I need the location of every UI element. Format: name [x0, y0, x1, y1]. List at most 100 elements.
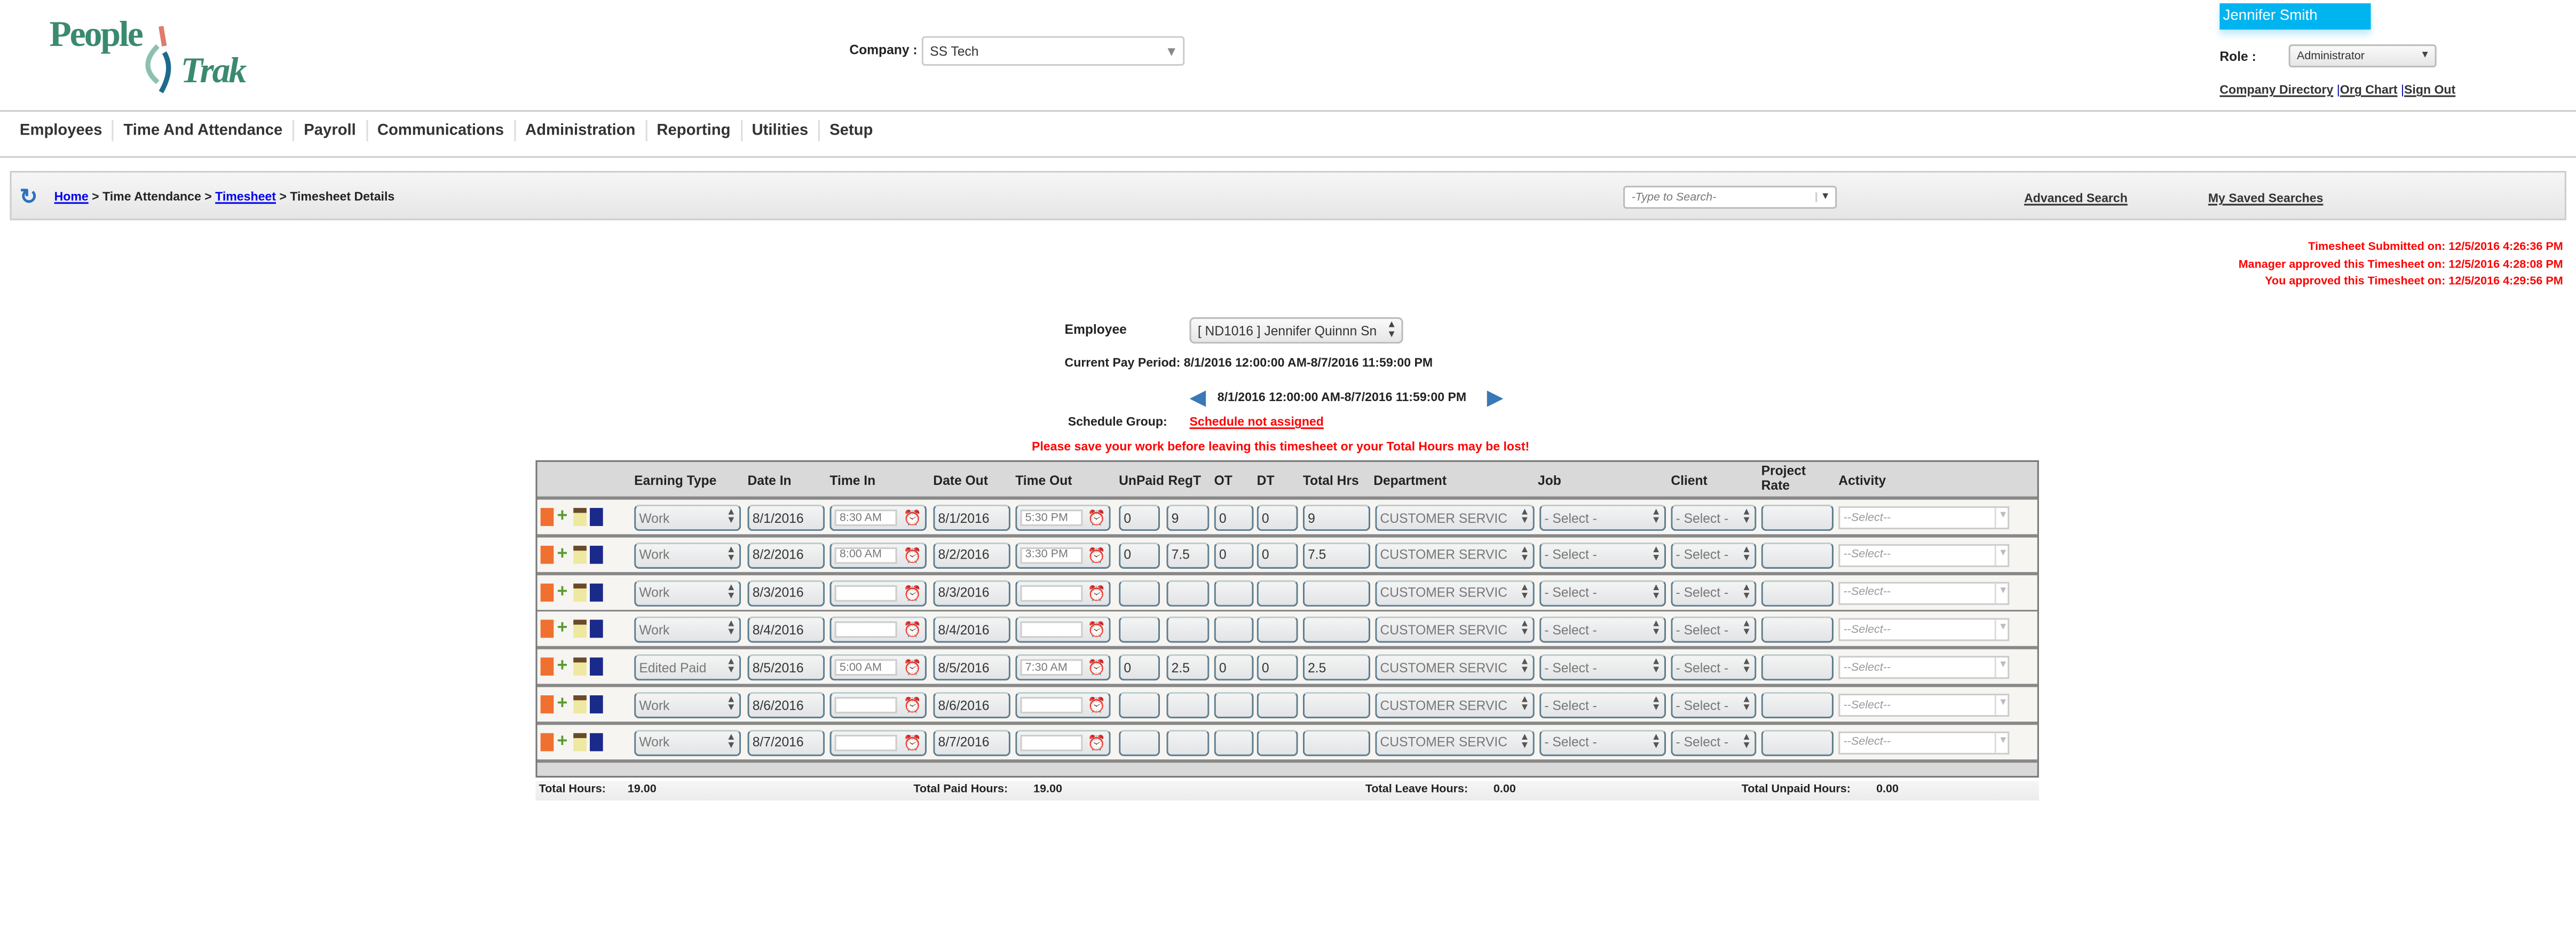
time-in-field-input[interactable]: 8:30 AM — [834, 509, 897, 526]
chevron-down-icon[interactable]: ▾ — [1995, 583, 2006, 603]
department-select[interactable]: CUSTOMER SERVIC ▲ ▼ — [1375, 579, 1535, 606]
unpaid-field[interactable] — [1119, 617, 1160, 644]
time-in-field[interactable]: 8:00 AM ⏰ — [829, 542, 927, 569]
ot-field[interactable] — [1214, 730, 1254, 756]
earning-type-select[interactable]: Work ▲ ▼ — [634, 542, 741, 569]
note-icon[interactable] — [573, 583, 587, 601]
time-out-field[interactable]: ⏰ — [1015, 617, 1111, 644]
note-icon[interactable] — [573, 695, 587, 713]
total-hrs-field[interactable]: 7.5 — [1302, 542, 1371, 569]
time-in-field[interactable]: ⏰ — [829, 692, 927, 719]
date-in-field[interactable]: 8/1/2016 — [747, 504, 825, 531]
time-out-field[interactable]: ⏰ — [1015, 579, 1111, 606]
project-rate-field[interactable] — [1761, 617, 1834, 644]
clock-icon[interactable]: ⏰ — [1087, 697, 1106, 715]
unpaid-field[interactable] — [1119, 692, 1160, 719]
nav-employees[interactable]: Employees — [10, 120, 114, 142]
date-out-field[interactable]: 8/1/2016 — [933, 504, 1010, 531]
time-in-field-input[interactable]: 5:00 AM — [834, 659, 897, 676]
total-hrs-field[interactable]: 9 — [1302, 504, 1371, 531]
saved-searches-link[interactable]: My Saved Searches — [2208, 191, 2324, 206]
dt-field[interactable] — [1257, 730, 1298, 756]
time-out-field[interactable]: 5:30 PM ⏰ — [1015, 504, 1111, 531]
nav-time-and-attendance[interactable]: Time And Attendance — [114, 120, 294, 142]
time-out-field-input[interactable] — [1020, 622, 1083, 639]
schedule-link[interactable]: Schedule not assigned — [1189, 414, 1323, 429]
regt-field[interactable]: 9 — [1166, 504, 1210, 531]
breadcrumb-home[interactable]: Home — [54, 189, 89, 204]
unpaid-field[interactable] — [1119, 730, 1160, 756]
time-in-field-input[interactable] — [834, 697, 897, 713]
clock-icon[interactable]: ⏰ — [903, 622, 922, 640]
time-in-field[interactable]: ⏰ — [829, 730, 927, 756]
note-icon[interactable] — [573, 620, 587, 639]
project-rate-field[interactable] — [1761, 579, 1834, 606]
add-icon[interactable]: + — [557, 732, 570, 751]
client-select[interactable]: - Select - ▲ ▼ — [1671, 579, 1757, 606]
chevron-down-icon[interactable]: ▾ — [1995, 733, 2006, 753]
department-select[interactable]: CUSTOMER SERVIC ▲ ▼ — [1375, 542, 1535, 569]
earning-type-select[interactable]: Work ▲ ▼ — [634, 692, 741, 719]
time-out-field-input[interactable]: 7:30 AM — [1020, 659, 1083, 676]
regt-field[interactable] — [1166, 579, 1210, 606]
project-rate-field[interactable] — [1761, 730, 1834, 756]
date-out-field[interactable]: 8/4/2016 — [933, 617, 1010, 644]
clock-icon[interactable]: ⏰ — [1087, 734, 1106, 752]
client-select[interactable]: - Select - ▲ ▼ — [1671, 617, 1757, 644]
save-icon[interactable] — [590, 657, 603, 676]
time-out-field-input[interactable] — [1020, 697, 1083, 713]
next-period-arrow-icon[interactable]: ▶ — [1487, 385, 1504, 411]
nav-utilities[interactable]: Utilities — [742, 120, 820, 142]
time-out-field[interactable]: ⏰ — [1015, 692, 1111, 719]
delete-icon[interactable] — [540, 508, 554, 526]
time-in-field[interactable]: ⏰ — [829, 579, 927, 606]
department-select[interactable]: CUSTOMER SERVIC ▲ ▼ — [1375, 617, 1535, 644]
save-icon[interactable] — [590, 508, 603, 526]
delete-icon[interactable] — [540, 583, 554, 601]
add-icon[interactable]: + — [557, 657, 570, 676]
delete-icon[interactable] — [540, 620, 554, 639]
clock-icon[interactable]: ⏰ — [1087, 509, 1106, 528]
nav-payroll[interactable]: Payroll — [294, 120, 368, 142]
earning-type-select[interactable]: Work ▲ ▼ — [634, 730, 741, 756]
chevron-down-icon[interactable]: ▾ — [1995, 545, 2006, 566]
client-select[interactable]: - Select - ▲ ▼ — [1671, 654, 1757, 681]
time-in-field-input[interactable] — [834, 734, 897, 751]
note-icon[interactable] — [573, 545, 587, 564]
clock-icon[interactable]: ⏰ — [903, 547, 922, 565]
delete-icon[interactable] — [540, 545, 554, 564]
job-select[interactable]: - Select - ▲ ▼ — [1539, 730, 1666, 756]
delete-icon[interactable] — [540, 657, 554, 676]
regt-field[interactable] — [1166, 617, 1210, 644]
time-out-field[interactable]: 7:30 AM ⏰ — [1015, 654, 1111, 681]
nav-administration[interactable]: Administration — [516, 120, 647, 142]
dt-field[interactable] — [1257, 692, 1298, 719]
chevron-down-icon[interactable]: ▾ — [1995, 657, 2006, 678]
activity-select[interactable]: --Select-- ▾ — [1838, 656, 2010, 679]
job-select[interactable]: - Select - ▲ ▼ — [1539, 617, 1666, 644]
refresh-icon[interactable]: ↻ — [20, 184, 38, 210]
clock-icon[interactable]: ⏰ — [903, 585, 922, 603]
time-out-field-input[interactable] — [1020, 734, 1083, 751]
total-hrs-field[interactable] — [1302, 730, 1371, 756]
job-select[interactable]: - Select - ▲ ▼ — [1539, 692, 1666, 719]
date-out-field[interactable]: 8/7/2016 — [933, 730, 1010, 756]
regt-field[interactable]: 7.5 — [1166, 542, 1210, 569]
dt-field[interactable]: 0 — [1257, 542, 1298, 569]
client-select[interactable]: - Select - ▲ ▼ — [1671, 504, 1757, 531]
activity-select[interactable]: --Select-- ▾ — [1838, 581, 2010, 605]
save-icon[interactable] — [590, 545, 603, 564]
ot-field[interactable]: 0 — [1214, 654, 1254, 681]
date-in-field[interactable]: 8/7/2016 — [747, 730, 825, 756]
save-icon[interactable] — [590, 695, 603, 713]
role-select[interactable]: Administrator ▼ — [2288, 44, 2437, 68]
unpaid-field[interactable]: 0 — [1119, 654, 1160, 681]
regt-field[interactable]: 2.5 — [1166, 654, 1210, 681]
delete-icon[interactable] — [540, 733, 554, 751]
department-select[interactable]: CUSTOMER SERVIC ▲ ▼ — [1375, 692, 1535, 719]
date-out-field[interactable]: 8/5/2016 — [933, 654, 1010, 681]
time-in-field-input[interactable]: 8:00 AM — [834, 547, 897, 564]
clock-icon[interactable]: ⏰ — [1087, 585, 1106, 603]
clock-icon[interactable]: ⏰ — [903, 697, 922, 715]
activity-select[interactable]: --Select-- ▾ — [1838, 544, 2010, 567]
